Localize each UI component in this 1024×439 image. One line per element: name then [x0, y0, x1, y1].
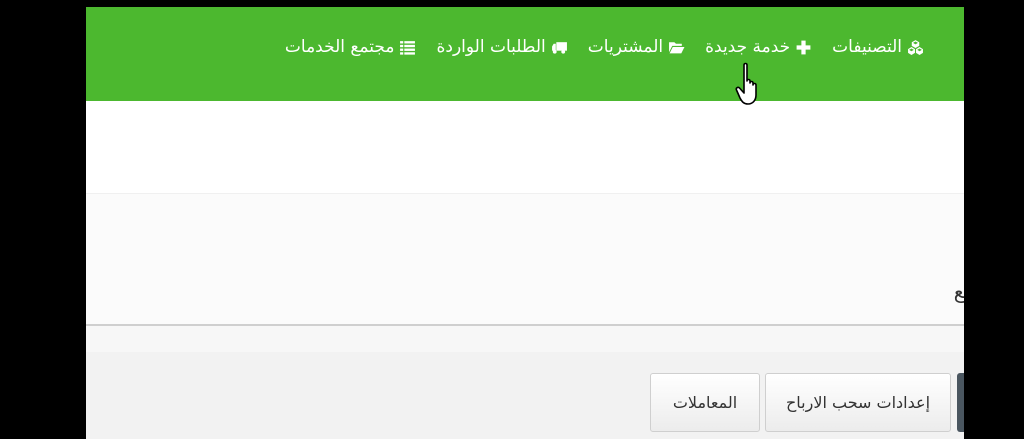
nav-item-services-community[interactable]: مجتمع الخدمات — [285, 37, 417, 57]
cubes-icon — [908, 39, 923, 55]
tabs-area-top-strip — [86, 326, 964, 352]
nav-label-services-community: مجتمع الخدمات — [284, 37, 395, 57]
list-icon — [400, 40, 416, 55]
truck-icon — [551, 41, 567, 54]
top-navbar: التصنيفات خدمة جديدة المشتريات الطلبات ا… — [86, 7, 964, 101]
nav-label-incoming-orders: الطلبات الواردة — [436, 37, 546, 57]
transactions-button[interactable]: المعاملات — [650, 373, 760, 432]
active-tab-edge[interactable] — [957, 373, 964, 432]
nav-label-new-service: خدمة جديدة — [705, 37, 791, 57]
folder-open-icon — [669, 41, 685, 53]
nav-item-purchases[interactable]: المشتريات — [588, 37, 685, 57]
nav-list: التصنيفات خدمة جديدة المشتريات الطلبات ا… — [285, 37, 924, 57]
nav-item-new-service[interactable]: خدمة جديدة — [705, 37, 812, 57]
nav-item-incoming-orders[interactable]: الطلبات الواردة — [436, 37, 567, 57]
partial-label: تع — [953, 279, 964, 303]
hand-pointer-cursor-icon — [735, 62, 757, 105]
content-row-2 — [86, 194, 964, 324]
withdraw-settings-button[interactable]: إعدادات سحب الارباح — [765, 373, 951, 432]
plus-icon — [796, 40, 811, 54]
app-window: التصنيفات خدمة جديدة المشتريات الطلبات ا… — [86, 7, 964, 439]
nav-label-purchases: المشتريات — [587, 37, 664, 57]
content-row-1 — [86, 101, 964, 194]
nav-label-categories: التصنيفات — [832, 37, 902, 57]
nav-item-categories[interactable]: التصنيفات — [832, 37, 924, 57]
